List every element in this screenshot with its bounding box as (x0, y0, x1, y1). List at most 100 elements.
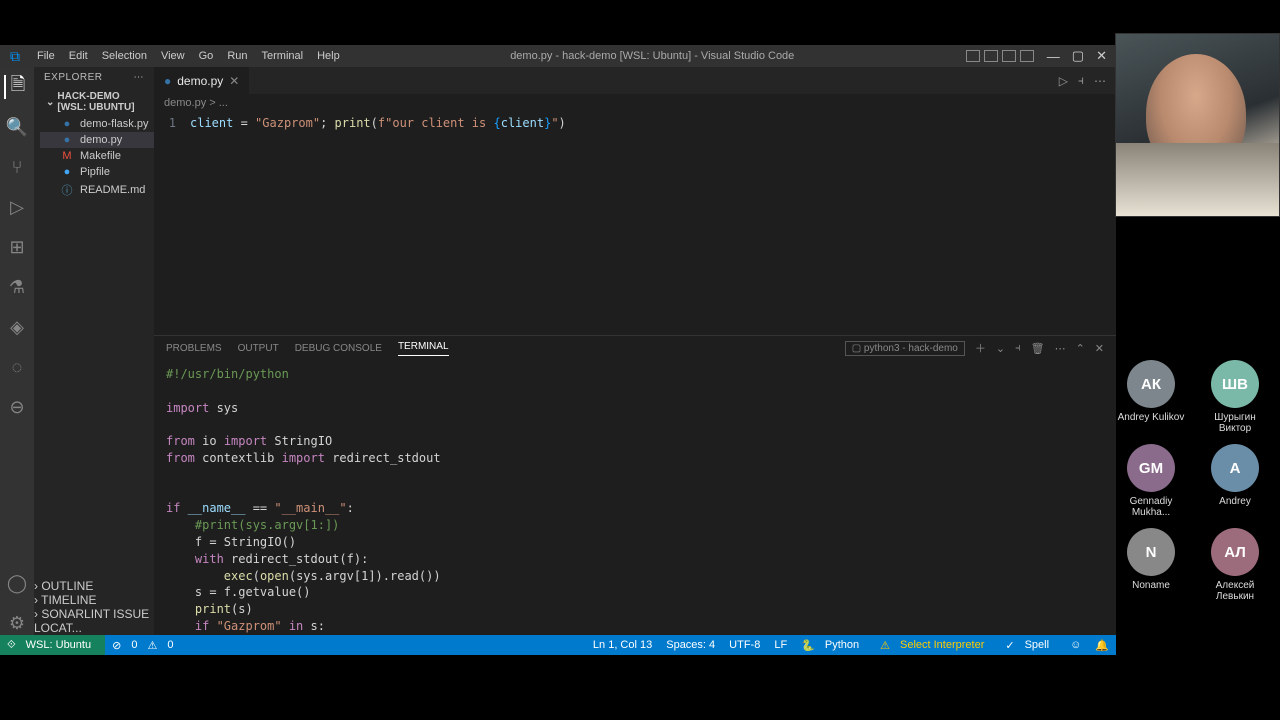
pipfile-icon: ● (60, 166, 74, 178)
bottom-panel: PROBLEMS OUTPUT DEBUG CONSOLE TERMINAL ▢… (154, 335, 1116, 635)
status-language[interactable]: 🐍 Python (794, 639, 873, 652)
trash-icon[interactable]: 🗑 (1031, 342, 1045, 355)
sidebar-section-sonarlint[interactable]: › SONARLINT ISSUE LOCAT... (34, 607, 154, 635)
python-icon: ● (164, 74, 171, 88)
python-icon: ● (60, 118, 74, 130)
python-icon: ● (60, 134, 74, 146)
tab-debug-console[interactable]: DEBUG CONSOLE (295, 343, 382, 354)
chevron-up-icon[interactable]: ⌃ (1076, 342, 1085, 355)
source-control-icon[interactable]: ⑂ (5, 155, 29, 179)
terminal-interpreter[interactable]: ▢ python3 - hack-demo (845, 341, 965, 356)
status-bell-icon[interactable]: 🔔 (1088, 639, 1116, 652)
menu-edit[interactable]: Edit (62, 47, 95, 65)
split-editor-icon[interactable]: ⫞ (1078, 73, 1084, 88)
vscode-logo-icon: ⧉ (0, 48, 30, 65)
status-eol[interactable]: LF (767, 639, 794, 652)
layout-icon[interactable] (966, 50, 980, 62)
vscode-window: ⧉ File Edit Selection View Go Run Termin… (0, 45, 1116, 655)
explorer-header: EXPLORER (44, 72, 102, 83)
chevron-down-icon: ⌄ (46, 97, 54, 108)
split-terminal-icon[interactable]: ⫞ (1015, 342, 1021, 355)
file-pipfile[interactable]: ●Pipfile (40, 164, 154, 180)
account-icon[interactable]: ◯ (5, 571, 29, 595)
close-panel-icon[interactable]: ✕ (1095, 342, 1104, 355)
remote-icon[interactable]: ◌ (5, 355, 29, 379)
participant-name: Noname (1114, 580, 1188, 591)
menu-view[interactable]: View (154, 47, 192, 65)
project-root[interactable]: ⌄ HACK-DEMO [WSL: UBUNTU] (34, 88, 154, 116)
terminal[interactable]: #!/usr/bin/python import sys from io imp… (154, 360, 1116, 635)
code-line: client = "Gazprom"; print(f"our client i… (190, 116, 566, 130)
avatar: АЛ (1211, 528, 1259, 576)
other-icon[interactable]: ⊖ (5, 395, 29, 419)
menu-selection[interactable]: Selection (95, 47, 154, 65)
more-actions-icon[interactable]: ⋯ (1094, 74, 1106, 88)
participant-name: Шурыгин Виктор (1198, 412, 1272, 434)
tab-problems[interactable]: PROBLEMS (166, 343, 222, 354)
explorer-icon[interactable]: 🗎 (4, 75, 28, 99)
explorer-sidebar: EXPLORER ⋯ ⌄ HACK-DEMO [WSL: UBUNTU] ●de… (34, 67, 154, 635)
file-demo[interactable]: ●demo.py (40, 132, 154, 148)
new-terminal-icon[interactable]: ＋ (975, 340, 986, 356)
menu-run[interactable]: Run (220, 47, 254, 65)
close-tab-icon[interactable]: ✕ (229, 74, 239, 88)
file-demo-flask[interactable]: ●demo-flask.py (40, 116, 154, 132)
makefile-icon: M (60, 150, 74, 162)
menu-bar: File Edit Selection View Go Run Terminal… (30, 47, 347, 65)
layout-icon[interactable] (984, 50, 998, 62)
run-debug-icon[interactable]: ▷ (5, 195, 29, 219)
code-editor[interactable]: 1 client = "Gazprom"; print(f"our client… (154, 112, 1116, 335)
layout-icon[interactable] (1002, 50, 1016, 62)
participant-name: Алексей Левькин (1198, 580, 1272, 602)
status-spaces[interactable]: Spaces: 4 (659, 639, 722, 652)
file-makefile[interactable]: MMakefile (40, 148, 154, 164)
status-feedback-icon[interactable]: ☺ (1063, 639, 1088, 652)
webcam-feed (1115, 33, 1280, 217)
file-readme[interactable]: ⓘREADME.md (40, 180, 154, 200)
tab-output[interactable]: OUTPUT (238, 343, 279, 354)
status-bar: ⟐ WSL: Ubuntu ⊘ 0 ⚠ 0 Ln 1, Col 13 Space… (0, 635, 1116, 655)
participant-name: Andrey Kulikov (1114, 412, 1188, 423)
minimize-button[interactable]: — (1042, 47, 1065, 66)
search-icon[interactable]: 🔍 (5, 115, 29, 139)
docker-icon[interactable]: ◈ (5, 315, 29, 339)
menu-go[interactable]: Go (192, 47, 221, 65)
participant[interactable]: АК Andrey Kulikov (1114, 360, 1188, 434)
status-interpreter-warning[interactable]: ⚠ Select Interpreter (873, 639, 998, 652)
menu-terminal[interactable]: Terminal (255, 47, 311, 65)
breadcrumb[interactable]: demo.py > ... (154, 94, 1116, 112)
status-errors[interactable]: ⊘ 0 ⚠ 0 (105, 639, 187, 652)
menu-help[interactable]: Help (310, 47, 347, 65)
chevron-down-icon[interactable]: ⌄ (996, 342, 1005, 355)
status-encoding[interactable]: UTF-8 (722, 639, 767, 652)
layout-icon[interactable] (1020, 50, 1034, 62)
participants-panel: АК Andrey Kulikov ШВ Шурыгин Виктор GM G… (1114, 360, 1272, 602)
avatar: ШВ (1211, 360, 1259, 408)
testing-icon[interactable]: ⚗ (5, 275, 29, 299)
activity-bar: 🗎 🔍 ⑂ ▷ ⊞ ⚗ ◈ ◌ ⊖ ◯ ⚙ (0, 67, 34, 635)
tab-terminal[interactable]: TERMINAL (398, 341, 449, 356)
editor-tabs: ● demo.py ✕ ▷ ⫞ ⋯ (154, 67, 1116, 94)
status-cursor-pos[interactable]: Ln 1, Col 13 (586, 639, 659, 652)
participant[interactable]: АЛ Алексей Левькин (1198, 528, 1272, 602)
participant[interactable]: A Andrey (1198, 444, 1272, 518)
extensions-icon[interactable]: ⊞ (5, 235, 29, 259)
sidebar-section-outline[interactable]: › OUTLINE (34, 579, 154, 593)
tab-demo[interactable]: ● demo.py ✕ (154, 67, 250, 94)
more-icon[interactable]: ⋯ (1055, 342, 1066, 355)
status-spell[interactable]: ✓ Spell (998, 639, 1063, 652)
sidebar-section-timeline[interactable]: › TIMELINE (34, 593, 154, 607)
close-button[interactable]: ✕ (1091, 46, 1112, 66)
avatar: N (1127, 528, 1175, 576)
editor-pane: ● demo.py ✕ ▷ ⫞ ⋯ demo.py > ... 1 client… (154, 67, 1116, 635)
run-file-icon[interactable]: ▷ (1059, 74, 1068, 88)
remote-indicator[interactable]: ⟐ WSL: Ubuntu (0, 635, 105, 655)
gear-icon[interactable]: ⚙ (5, 611, 29, 635)
participant[interactable]: N Noname (1114, 528, 1188, 602)
menu-file[interactable]: File (30, 47, 62, 65)
participant[interactable]: ШВ Шурыгин Виктор (1198, 360, 1272, 434)
maximize-button[interactable]: ▢ (1067, 46, 1089, 66)
more-icon[interactable]: ⋯ (134, 72, 145, 83)
participant[interactable]: GM Gennadiy Mukha... (1114, 444, 1188, 518)
participant-name: Gennadiy Mukha... (1114, 496, 1188, 518)
